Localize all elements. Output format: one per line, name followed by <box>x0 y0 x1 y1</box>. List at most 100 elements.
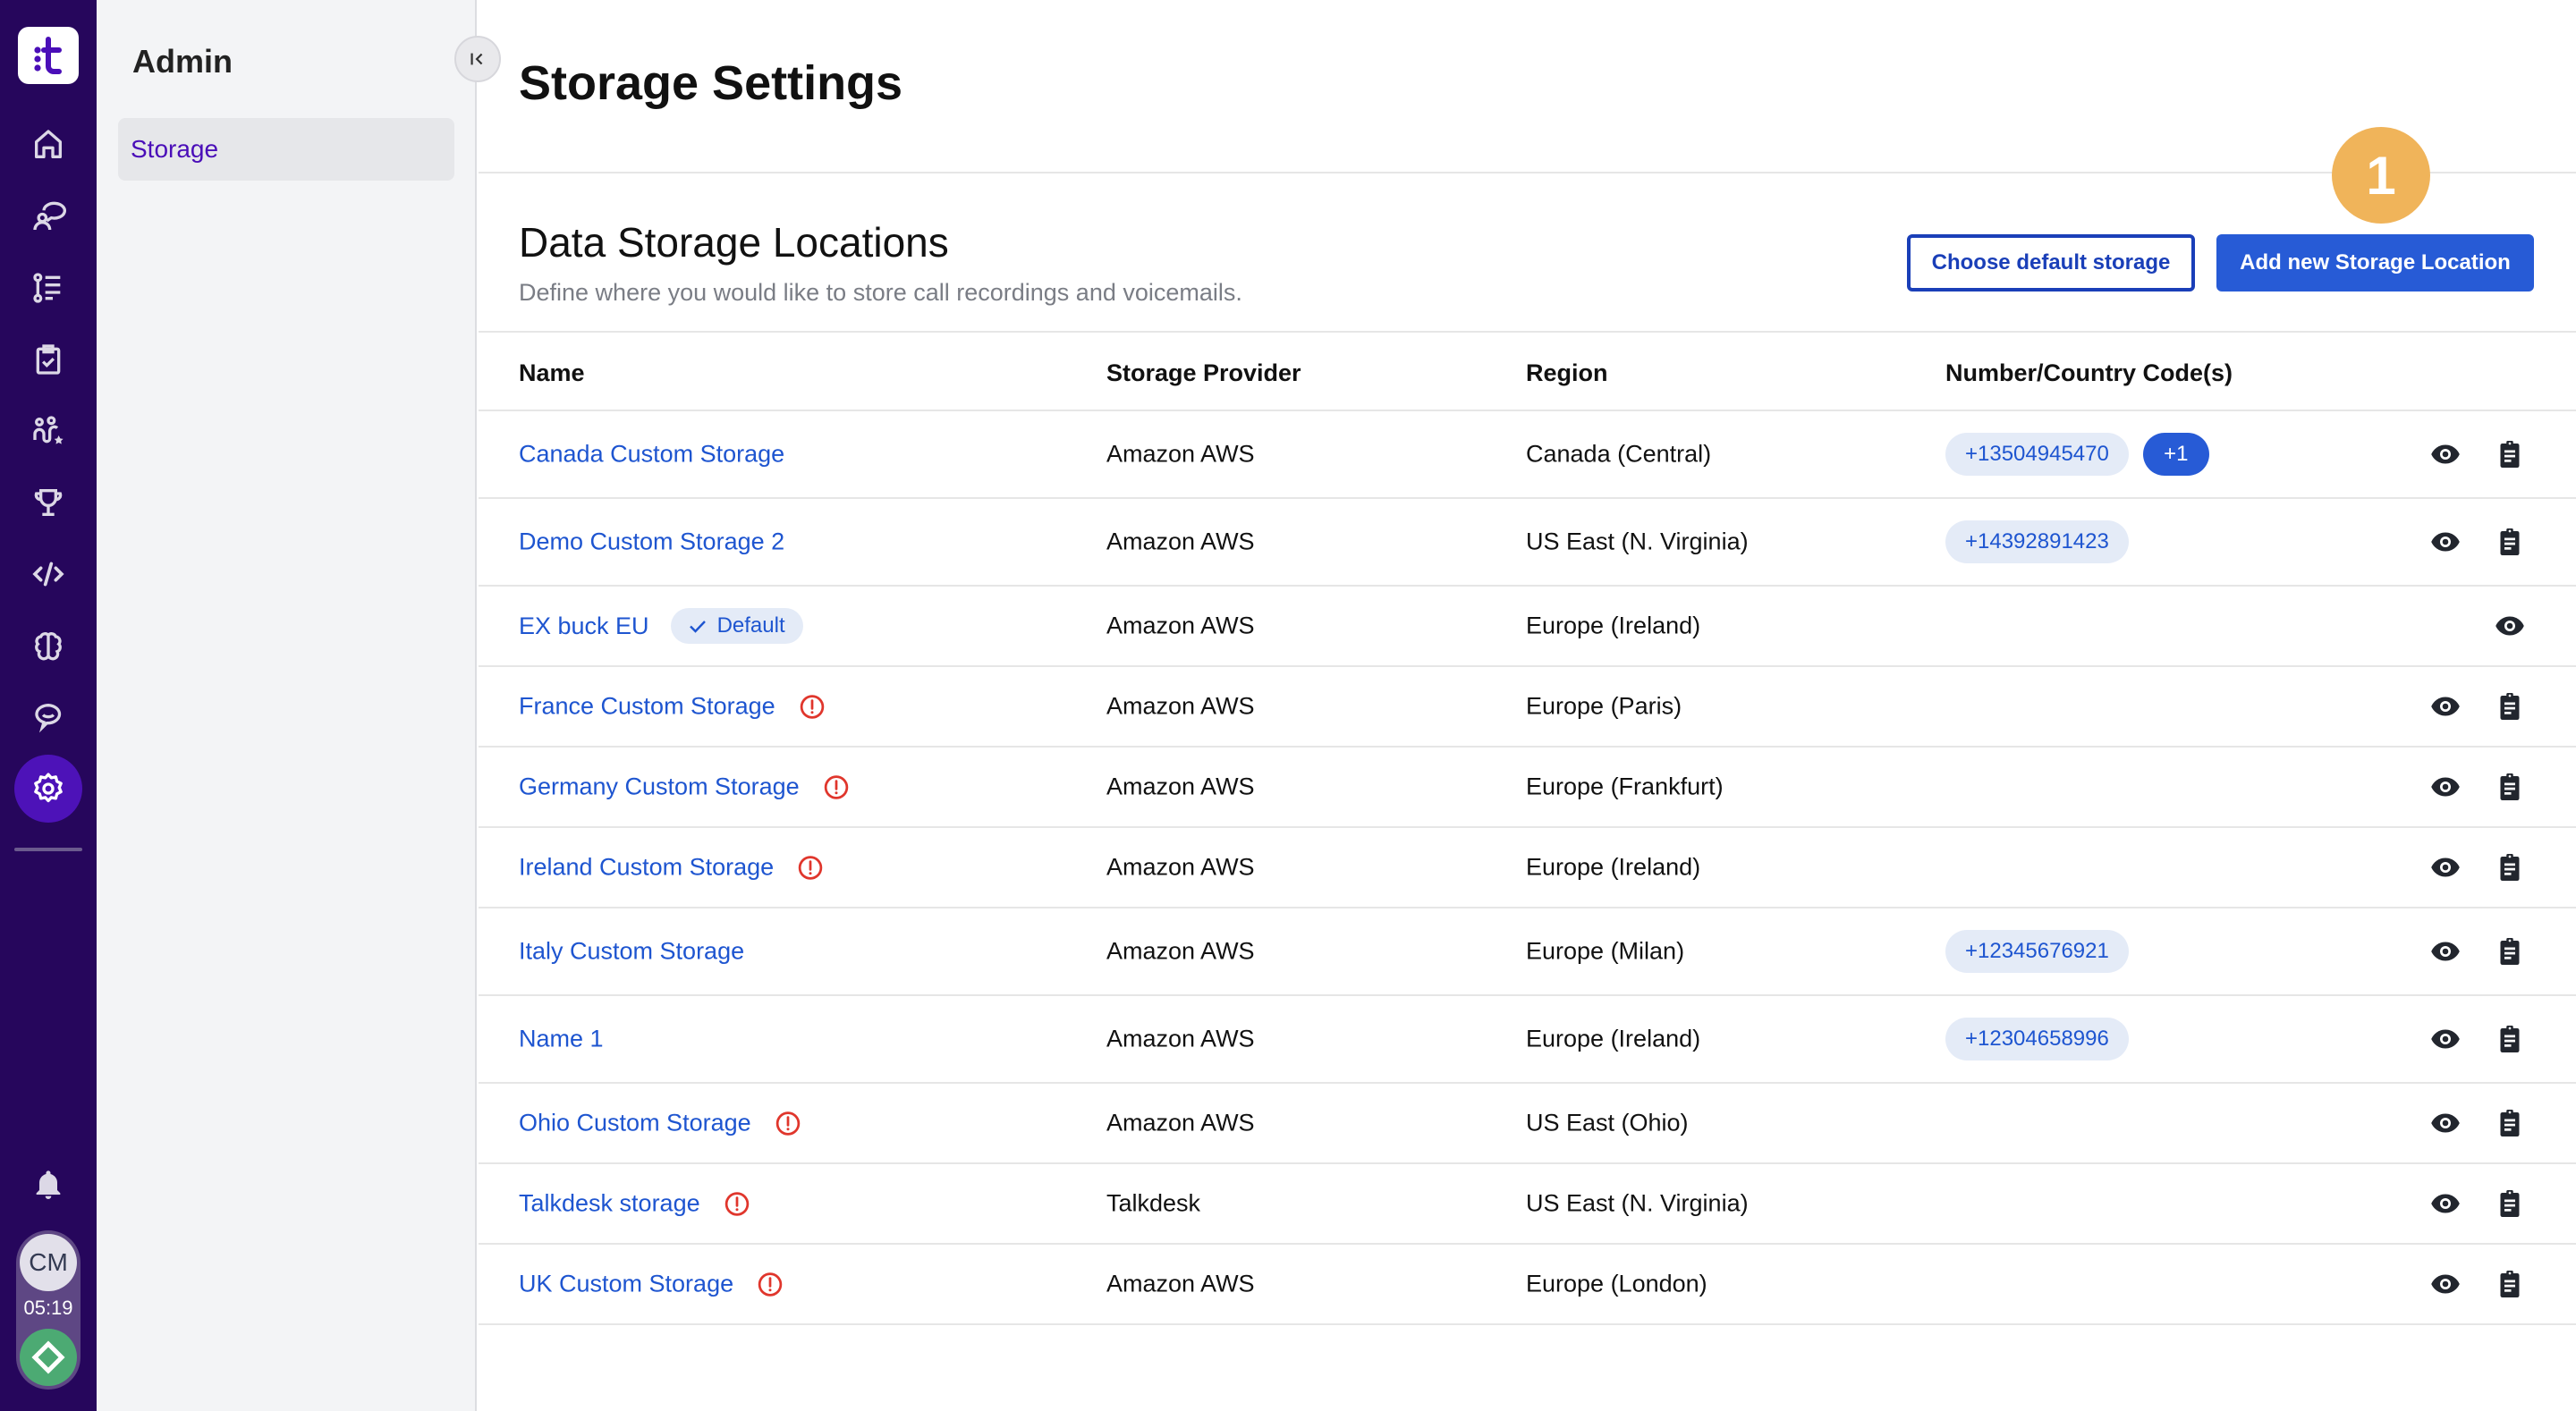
warning-icon[interactable] <box>823 773 850 800</box>
journey-star-icon <box>33 416 64 444</box>
storage-table-body: Canada Custom Storage Amazon AWS Canada (C… <box>479 411 2576 1325</box>
clipboard-icon[interactable] <box>2494 1187 2526 1220</box>
section-subtitle: Define where you would like to store cal… <box>519 279 1242 306</box>
clipboard-icon[interactable] <box>2494 1023 2526 1055</box>
cell-numbers: +12345676921 <box>1945 930 2129 973</box>
avatar[interactable]: CM <box>20 1234 77 1291</box>
subnav-item-label: Storage <box>131 135 219 163</box>
view-icon[interactable] <box>2494 610 2526 642</box>
column-header-numbers[interactable]: Number/Country Code(s) <box>1945 359 2233 387</box>
cell-region: Europe (Ireland) <box>1526 612 1701 639</box>
column-header-name[interactable]: Name <box>519 359 585 387</box>
row-actions <box>2397 930 2576 973</box>
cell-region: Europe (Paris) <box>1526 692 1682 720</box>
storage-name-link[interactable]: Name 1 <box>519 1026 604 1053</box>
rail-item-workflows[interactable] <box>21 261 75 315</box>
rail-item-achievements[interactable] <box>21 476 75 529</box>
cell-provider: Talkdesk <box>1106 1189 1201 1217</box>
subnav-item-storage[interactable]: Storage <box>118 118 454 181</box>
view-icon[interactable] <box>2429 1107 2462 1139</box>
choose-default-storage-button[interactable]: Choose default storage <box>1907 234 2195 291</box>
clipboard-icon[interactable] <box>2494 1107 2526 1139</box>
rail-item-conversations[interactable] <box>21 190 75 243</box>
rail-item-tasks[interactable] <box>21 333 75 386</box>
cell-region: Europe (London) <box>1526 1270 1707 1297</box>
more-numbers-chip[interactable]: +1 <box>2142 433 2209 476</box>
clipboard-icon[interactable] <box>2494 1268 2526 1300</box>
number-chip[interactable]: +14392891423 <box>1945 520 2129 563</box>
table-row: Demo Custom Storage 2 Amazon AWS US East (… <box>479 499 2576 587</box>
clipboard-icon[interactable] <box>2494 935 2526 967</box>
cell-provider: Amazon AWS <box>1106 612 1255 639</box>
storage-name-link[interactable]: Talkdesk storage <box>519 1190 700 1218</box>
storage-name-link[interactable]: Canada Custom Storage <box>519 441 784 469</box>
brain-icon <box>35 632 62 661</box>
number-chip[interactable]: +13504945470 <box>1945 433 2129 476</box>
clipboard-icon[interactable] <box>2494 526 2526 558</box>
rail-item-ai[interactable] <box>21 619 75 672</box>
clipboard-icon[interactable] <box>2494 771 2526 803</box>
view-icon[interactable] <box>2429 1187 2462 1220</box>
column-header-provider[interactable]: Storage Provider <box>1106 359 1301 387</box>
storage-name-link[interactable]: EX buck EU <box>519 613 649 640</box>
check-icon <box>687 615 708 637</box>
row-actions <box>2397 1018 2576 1060</box>
warning-icon[interactable] <box>757 1271 784 1297</box>
clipboard-icon[interactable] <box>2494 438 2526 470</box>
storage-name-link[interactable]: Ireland Custom Storage <box>519 854 774 882</box>
view-icon[interactable] <box>2429 526 2462 558</box>
cell-provider: Amazon AWS <box>1106 773 1255 800</box>
cell-region: Europe (Ireland) <box>1526 1025 1701 1052</box>
chat-bubble-icon <box>35 703 62 733</box>
talkdesk-logo[interactable] <box>18 27 79 84</box>
cell-provider: Amazon AWS <box>1106 1025 1255 1052</box>
cell-region: Canada (Central) <box>1526 440 1712 468</box>
table-row: UK Custom Storage Amazon AWS Europe (Londo… <box>479 1245 2576 1325</box>
warning-icon[interactable] <box>799 693 826 720</box>
view-icon[interactable] <box>2429 690 2462 722</box>
main-content: Storage Settings Data Storage Locations … <box>479 0 2576 1411</box>
view-icon[interactable] <box>2429 851 2462 883</box>
view-icon[interactable] <box>2429 438 2462 470</box>
cell-name: Name 1 <box>519 1026 604 1053</box>
clipboard-icon[interactable] <box>2494 851 2526 883</box>
table-row: Italy Custom Storage Amazon AWS Europe (Mi… <box>479 908 2576 996</box>
number-chip[interactable]: +12304658996 <box>1945 1018 2129 1060</box>
default-badge: Default <box>670 608 803 644</box>
cell-provider: Amazon AWS <box>1106 1109 1255 1136</box>
default-badge-label: Default <box>716 613 785 638</box>
warning-icon[interactable] <box>724 1190 750 1217</box>
cell-region: Europe (Ireland) <box>1526 853 1701 881</box>
table-row: Ireland Custom Storage Amazon AWS Europe (… <box>479 828 2576 908</box>
table-row: France Custom Storage Amazon AWS Europe (P… <box>479 667 2576 748</box>
add-storage-location-button[interactable]: Add new Storage Location <box>2216 234 2534 291</box>
rail-item-home[interactable] <box>21 118 75 172</box>
row-actions <box>2397 1182 2576 1225</box>
storage-name-link[interactable]: Demo Custom Storage 2 <box>519 528 784 556</box>
column-header-region[interactable]: Region <box>1526 359 1608 387</box>
table-header: Name Storage Provider Region Number/Coun… <box>479 333 2576 411</box>
view-icon[interactable] <box>2429 771 2462 803</box>
rail-item-developer[interactable] <box>21 547 75 601</box>
storage-name-link[interactable]: Germany Custom Storage <box>519 773 800 801</box>
view-icon[interactable] <box>2429 1023 2462 1055</box>
row-actions <box>2397 685 2576 728</box>
warning-icon[interactable] <box>797 854 824 881</box>
notifications-button[interactable] <box>21 1159 75 1212</box>
storage-name-link[interactable]: Ohio Custom Storage <box>519 1110 751 1137</box>
storage-name-link[interactable]: France Custom Storage <box>519 693 775 721</box>
storage-name-link[interactable]: Italy Custom Storage <box>519 938 744 966</box>
table-row: Ohio Custom Storage Amazon AWS US East (Oh… <box>479 1084 2576 1164</box>
gear-icon <box>34 773 63 803</box>
rail-item-journeys[interactable] <box>21 404 75 458</box>
warning-icon[interactable] <box>775 1110 801 1136</box>
rail-item-admin[interactable] <box>14 755 82 823</box>
availability-status-button[interactable] <box>20 1329 77 1386</box>
clipboard-icon[interactable] <box>2494 690 2526 722</box>
number-chip[interactable]: +12345676921 <box>1945 930 2129 973</box>
rail-item-chat[interactable] <box>21 690 75 744</box>
view-icon[interactable] <box>2429 1268 2462 1300</box>
cell-name: France Custom Storage <box>519 693 826 721</box>
view-icon[interactable] <box>2429 935 2462 967</box>
storage-name-link[interactable]: UK Custom Storage <box>519 1271 733 1298</box>
